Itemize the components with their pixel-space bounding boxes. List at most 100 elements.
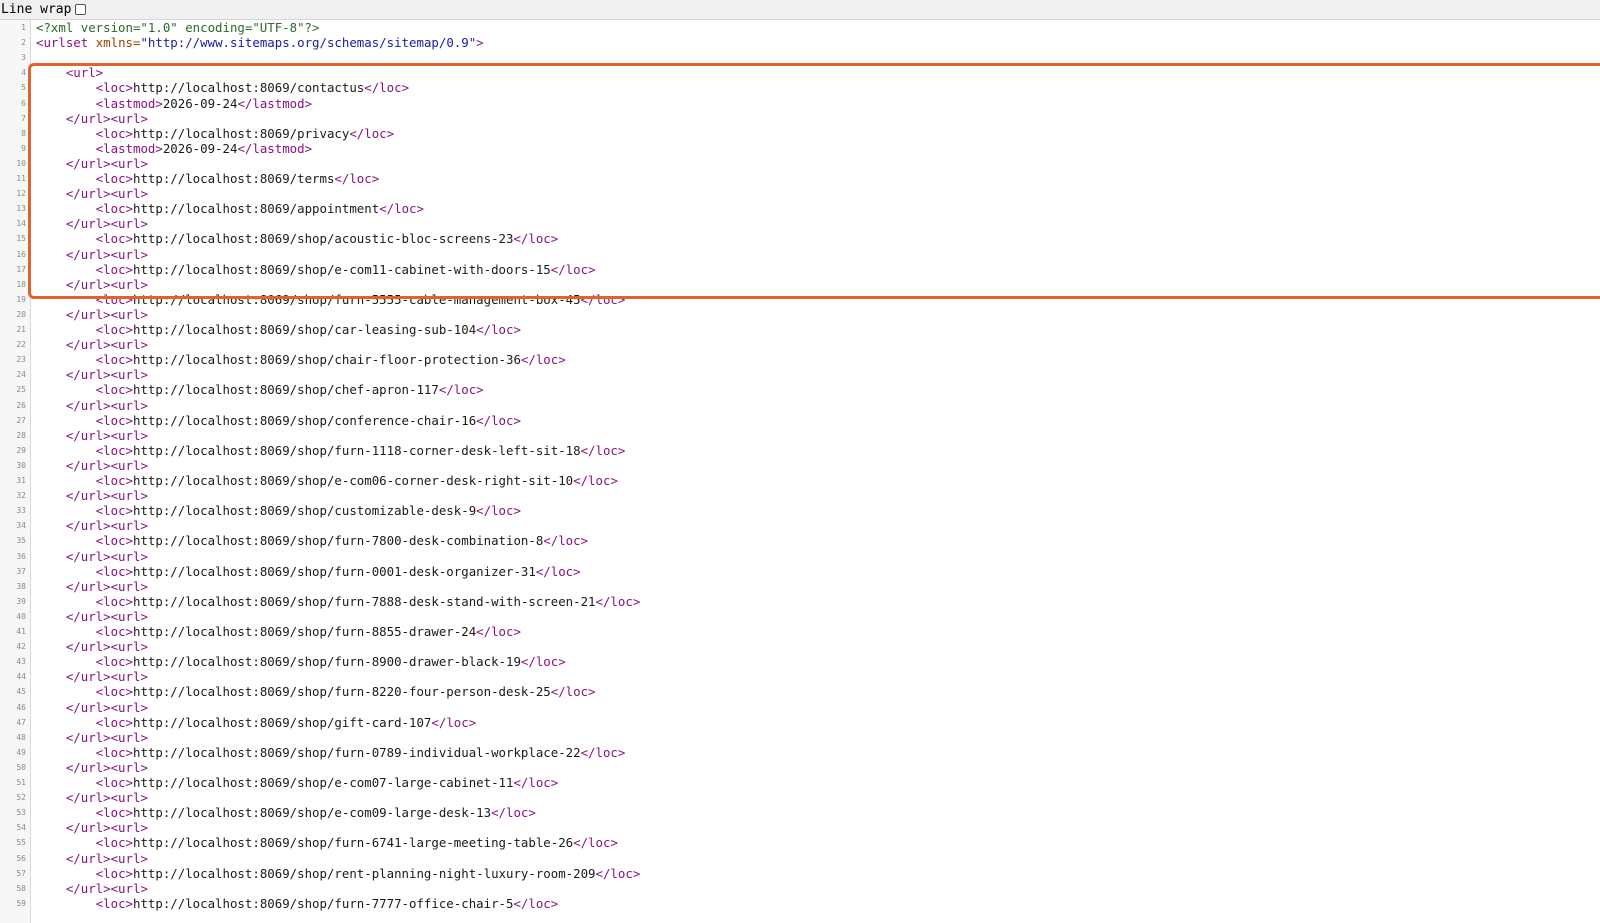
loc-open-tag: <loc>: [95, 593, 133, 609]
loc-open-tag: <loc>: [95, 322, 133, 337]
line-number: 52: [16, 793, 26, 803]
line-code: </url><url>: [36, 851, 148, 866]
line-code: <lastmod>2026-09-24</lastmod>: [36, 141, 312, 156]
line-code: </url><url>: [36, 579, 148, 594]
lastmod-line: 9 <lastmod>2026-09-24</lastmod>: [0, 141, 1600, 156]
line-code: </url><url>: [36, 367, 148, 382]
loc-line: 47 <loc>http://localhost:8069/shop/gift-…: [0, 715, 1600, 730]
loc-close-tag: </loc>: [513, 775, 559, 790]
line-number: 9: [21, 143, 26, 153]
xml-source-view[interactable]: 1 <?xml version="1.0" encoding="UTF-8"?> 2…: [0, 20, 1600, 923]
loc-url: http://localhost:8069/shop/furn-0001-des…: [133, 563, 536, 579]
lastmod-value: 2026-09-24: [162, 140, 238, 156]
line-code: <loc>http://localhost:8069/shop/furn-780…: [36, 533, 588, 548]
url-separator-line: 28 </url><url>: [0, 428, 1600, 443]
loc-url: http://localhost:8069/shop/furn-8855-dra…: [133, 624, 477, 639]
loc-url: http://localhost:8069/privacy: [133, 125, 350, 141]
url-separator-line: 7 </url><url>: [0, 111, 1600, 126]
line-code: <urlset xmlns="http://www.sitemaps.org/s…: [36, 35, 484, 50]
line-wrap-checkbox[interactable]: [75, 4, 87, 15]
line-wrap-toggle[interactable]: Line wrap: [0, 0, 87, 19]
line-number: 8: [21, 128, 26, 138]
loc-url: http://localhost:8069/terms: [133, 171, 335, 186]
loc-line: 31 <loc>http://localhost:8069/shop/e-com…: [0, 473, 1600, 488]
url-separator-tag: </url><url>: [65, 608, 148, 624]
line-code: <loc>http://localhost:8069/shop/furn-890…: [36, 654, 566, 669]
line-code: </url><url>: [36, 277, 148, 292]
line-code: <loc>http://localhost:8069/shop/furn-822…: [36, 684, 596, 699]
loc-line: 35 <loc>http://localhost:8069/shop/furn-…: [0, 533, 1600, 548]
line-code: </url><url>: [36, 216, 148, 231]
line-code: <loc>http://localhost:8069/shop/e-com07-…: [36, 775, 559, 790]
line-code: <loc>http://localhost:8069/shop/furn-000…: [36, 564, 581, 579]
line-code: <loc>http://localhost:8069/shop/furn-555…: [36, 291, 626, 307]
loc-open-tag: <loc>: [95, 533, 133, 549]
url-separator-line: 58 </url><url>: [0, 881, 1600, 896]
loc-line: 13 <loc>http://localhost:8069/appointmen…: [0, 201, 1600, 216]
line-number: 25: [16, 385, 26, 395]
line-code: <loc>http://localhost:8069/appointment</…: [36, 201, 424, 216]
blank-line: 3: [0, 50, 1600, 65]
line-number: 2: [21, 38, 26, 48]
loc-close-tag: </loc>: [438, 382, 484, 398]
url-separator-tag: </url><url>: [65, 306, 148, 322]
line-code: <loc>http://localhost:8069/contactus</lo…: [36, 80, 409, 95]
url-separator-line: 16 </url><url>: [0, 247, 1600, 262]
line-code: <loc>http://localhost:8069/terms</loc>: [36, 171, 380, 186]
line-code: <loc>http://localhost:8069/shop/furn-788…: [36, 593, 641, 609]
line-number: 49: [16, 747, 26, 757]
line-wrap-label: Line wrap: [1, 2, 72, 17]
loc-open-tag: <loc>: [95, 291, 133, 307]
url-separator-tag: </url><url>: [65, 790, 148, 806]
loc-line: 59 <loc>http://localhost:8069/shop/furn-…: [0, 896, 1600, 911]
line-code: <loc>http://localhost:8069/shop/chair-fl…: [36, 352, 566, 367]
lastmod-close-tag: </lastmod>: [237, 140, 313, 156]
loc-open-tag: <loc>: [95, 201, 133, 217]
loc-close-tag: </loc>: [543, 533, 589, 549]
url-separator-tag: </url><url>: [65, 880, 148, 896]
line-code: </url><url>: [36, 247, 148, 262]
line-number: 47: [16, 717, 26, 727]
url-separator-tag: </url><url>: [65, 110, 148, 126]
loc-close-tag: </loc>: [476, 322, 521, 337]
url-separator-line: 20 </url><url>: [0, 307, 1600, 322]
loc-url: http://localhost:8069/shop/furn-1118-cor…: [133, 442, 581, 458]
line-number: 58: [16, 883, 26, 893]
line-code: </url><url>: [36, 609, 148, 624]
url-separator-line: 12 </url><url>: [0, 186, 1600, 201]
loc-line: 25 <loc>http://localhost:8069/shop/chef-…: [0, 382, 1600, 397]
line-number: 7: [21, 113, 26, 123]
lastmod-line: 6 <lastmod>2026-09-24</lastmod>: [0, 96, 1600, 111]
url-separator-tag: </url><url>: [65, 518, 148, 534]
line-number: 48: [16, 732, 26, 742]
xml-declaration-line: 1 <?xml version="1.0" encoding="UTF-8"?>: [0, 20, 1600, 35]
line-code: </url><url>: [36, 820, 148, 835]
line-number: 4: [21, 68, 26, 78]
line-code: </url><url>: [36, 669, 148, 684]
url-separator-line: 18 </url><url>: [0, 277, 1600, 292]
toolbar: Line wrap: [0, 0, 1600, 20]
url-separator-line: 32 </url><url>: [0, 488, 1600, 503]
line-code: </url><url>: [36, 549, 148, 564]
line-number: 16: [16, 249, 26, 259]
line-number: 29: [16, 445, 26, 455]
url-separator-line: 26 </url><url>: [0, 398, 1600, 413]
loc-line: 19 <loc>http://localhost:8069/shop/furn-…: [0, 292, 1600, 307]
loc-line: 11 <loc>http://localhost:8069/terms</loc…: [0, 171, 1600, 186]
url-separator-line: 48 </url><url>: [0, 730, 1600, 745]
loc-line: 27 <loc>http://localhost:8069/shop/confe…: [0, 413, 1600, 428]
line-number: 36: [16, 551, 26, 561]
xmlns-attr: xmlns: [95, 35, 133, 51]
line-number: 12: [16, 189, 26, 199]
line-code: </url><url>: [36, 337, 148, 352]
line-number: 11: [16, 174, 26, 183]
url-separator-line: 52 </url><url>: [0, 790, 1600, 805]
loc-close-tag: </loc>: [364, 80, 410, 96]
loc-close-tag: </loc>: [580, 744, 626, 760]
line-code: <?xml version="1.0" encoding="UTF-8"?>: [36, 20, 319, 35]
loc-close-tag: </loc>: [573, 835, 618, 851]
loc-open-tag: <loc>: [95, 442, 133, 458]
loc-close-tag: </loc>: [595, 593, 641, 609]
url-separator-tag: </url><url>: [65, 276, 148, 292]
loc-close-tag: </loc>: [595, 865, 641, 881]
